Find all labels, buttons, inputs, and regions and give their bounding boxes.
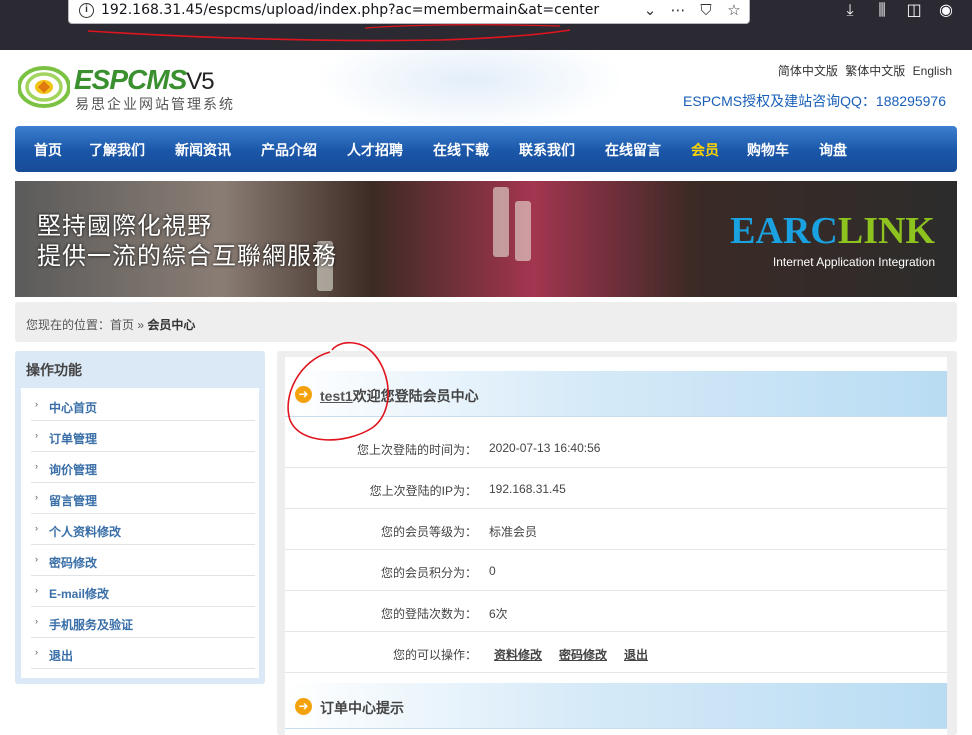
sidebar-item-email[interactable]: › E-mail修改	[31, 576, 255, 607]
address-bar[interactable]: i 192.168.31.45/espcms/upload/index.php?…	[68, 0, 750, 24]
more-icon[interactable]: ⋯	[669, 1, 687, 21]
bookmark-star-icon[interactable]: ☆	[725, 1, 743, 21]
library-icon[interactable]: ⫼	[872, 1, 892, 21]
main-nav: 首页 了解我们 新闻资讯 产品介绍 人才招聘 在线下载 联系我们 在线留言 会员…	[15, 126, 957, 172]
sidebar-title: 操作功能	[26, 362, 82, 378]
nav-item-inquiry[interactable]: 询盘	[819, 140, 847, 160]
info-row-login-count: 您的登陆次数为： 6次	[285, 591, 947, 632]
username-link[interactable]: test1	[320, 388, 353, 404]
account-icon[interactable]: ◉	[936, 1, 956, 21]
member-center: ➜ test1欢迎您登陆会员中心 您上次登陆的时间为： 2020-07-13 1…	[285, 357, 947, 735]
nav-item-contact[interactable]: 联系我们	[519, 140, 575, 160]
nav-item-member[interactable]: 会员	[691, 140, 719, 160]
sidebar-item-password[interactable]: › 密码修改	[31, 545, 255, 576]
sidebar-item-logout[interactable]: › 退出	[31, 638, 255, 669]
site-header: ESPCMSV5 易思企业网站管理系统 简体中文版 繁体中文版 English …	[0, 50, 972, 128]
sidebar-item-orders[interactable]: › 订单管理	[31, 421, 255, 452]
lang-traditional-link[interactable]: 繁体中文版	[845, 64, 905, 78]
nav-item-about[interactable]: 了解我们	[89, 140, 145, 160]
nav-item-jobs[interactable]: 人才招聘	[347, 140, 403, 160]
main-panel: ➜ test1欢迎您登陆会员中心 您上次登陆的时间为： 2020-07-13 1…	[277, 351, 957, 735]
edit-password-link[interactable]: 密码修改	[559, 646, 607, 663]
browser-toolbar: i 192.168.31.45/espcms/upload/index.php?…	[0, 0, 972, 50]
sidebar-item-profile[interactable]: › 个人资料修改	[31, 514, 255, 545]
chevron-right-icon: ›	[35, 585, 38, 595]
nav-item-news[interactable]: 新闻资讯	[175, 140, 231, 160]
lang-simplified-link[interactable]: 简体中文版	[778, 64, 838, 78]
info-row-member-level: 您的会员等级为： 标准会员	[285, 509, 947, 550]
arrow-right-icon: ➜	[295, 698, 312, 715]
breadcrumb-current: 会员中心	[147, 318, 196, 332]
welcome-title: test1欢迎您登陆会员中心	[320, 388, 479, 404]
sidebar-item-inquiries[interactable]: › 询价管理	[31, 452, 255, 483]
breadcrumb-prefix[interactable]: 您现在的位置：首页 »	[26, 318, 147, 332]
pocket-icon[interactable]: ⛉	[697, 1, 715, 21]
sidebar-item-center-home[interactable]: › 中心首页	[31, 390, 255, 421]
nav-item-downloads[interactable]: 在线下载	[433, 140, 489, 160]
info-row-last-login-ip: 您上次登陆的IP为： 192.168.31.45	[285, 468, 947, 509]
banner: 堅持國際化視野 提供一流的綜合互聯網服務 EARCLINK Internet A…	[15, 181, 957, 297]
chevron-right-icon: ›	[35, 492, 38, 502]
banner-tagline: Internet Application Integration	[772, 255, 935, 269]
site-logo[interactable]: ESPCMSV5 易思企业网站管理系统	[18, 64, 258, 114]
nav-item-products[interactable]: 产品介绍	[261, 140, 317, 160]
chevron-right-icon: ›	[35, 554, 38, 564]
logout-link[interactable]: 退出	[624, 646, 648, 663]
edit-profile-link[interactable]: 资料修改	[494, 646, 542, 663]
info-icon[interactable]: i	[79, 3, 94, 18]
chevron-right-icon: ›	[35, 647, 38, 657]
sidebar-item-messages[interactable]: › 留言管理	[31, 483, 255, 514]
breadcrumb: 您现在的位置：首页 » 会员中心	[15, 302, 957, 342]
banner-brand-logo: EARCLINK	[730, 210, 935, 252]
download-icon[interactable]: ⤓	[840, 1, 860, 21]
sidebar-icon[interactable]: ◫	[904, 1, 924, 21]
chevron-right-icon: ›	[35, 616, 38, 626]
info-row-last-login-time: 您上次登陆的时间为： 2020-07-13 16:40:56	[285, 427, 947, 468]
order-center-header: ➜ 订单中心提示	[285, 683, 947, 729]
chevron-down-icon[interactable]: ⌄	[641, 1, 659, 21]
banner-glass-decor	[493, 187, 509, 257]
info-row-points: 您的会员积分为： 0	[285, 550, 947, 591]
sidebar: 操作功能 › 中心首页 › 订单管理 › 询价管理 › 留言管理 › 个人资料修改 › 密码…	[15, 351, 265, 684]
nav-item-cart[interactable]: 购物车	[747, 140, 789, 160]
sidebar-menu: › 中心首页 › 订单管理 › 询价管理 › 留言管理 › 个人资料修改 › 密码修改 › E…	[21, 388, 259, 678]
banner-slogan: 堅持國際化視野 提供一流的綜合互聯網服務	[37, 212, 337, 270]
language-links: 简体中文版 繁体中文版 English	[774, 62, 952, 79]
nav-item-home[interactable]: 首页	[34, 140, 62, 160]
lang-english-link[interactable]: English	[913, 64, 952, 78]
order-center-title: 订单中心提示	[320, 700, 404, 716]
info-row-actions: 您的可以操作： 资料修改 密码修改 退出	[285, 632, 947, 673]
consult-hotline: ESPCMS授权及建站咨询QQ：188295976	[683, 93, 946, 109]
url-text[interactable]: 192.168.31.45/espcms/upload/index.php?ac…	[101, 2, 599, 18]
chevron-right-icon: ›	[35, 461, 38, 471]
welcome-header: ➜ test1欢迎您登陆会员中心	[285, 371, 947, 417]
logo-text: ESPCMSV5	[74, 64, 215, 95]
chevron-right-icon: ›	[35, 430, 38, 440]
arrow-right-icon: ➜	[295, 386, 312, 403]
chevron-right-icon: ›	[35, 523, 38, 533]
logo-subtitle: 易思企业网站管理系统	[75, 96, 235, 112]
nav-item-message[interactable]: 在线留言	[605, 140, 661, 160]
chevron-right-icon: ›	[35, 399, 38, 409]
sidebar-item-mobile[interactable]: › 手机服务及验证	[31, 607, 255, 638]
logo-mark-icon	[18, 66, 70, 108]
banner-glass-decor	[515, 201, 531, 261]
